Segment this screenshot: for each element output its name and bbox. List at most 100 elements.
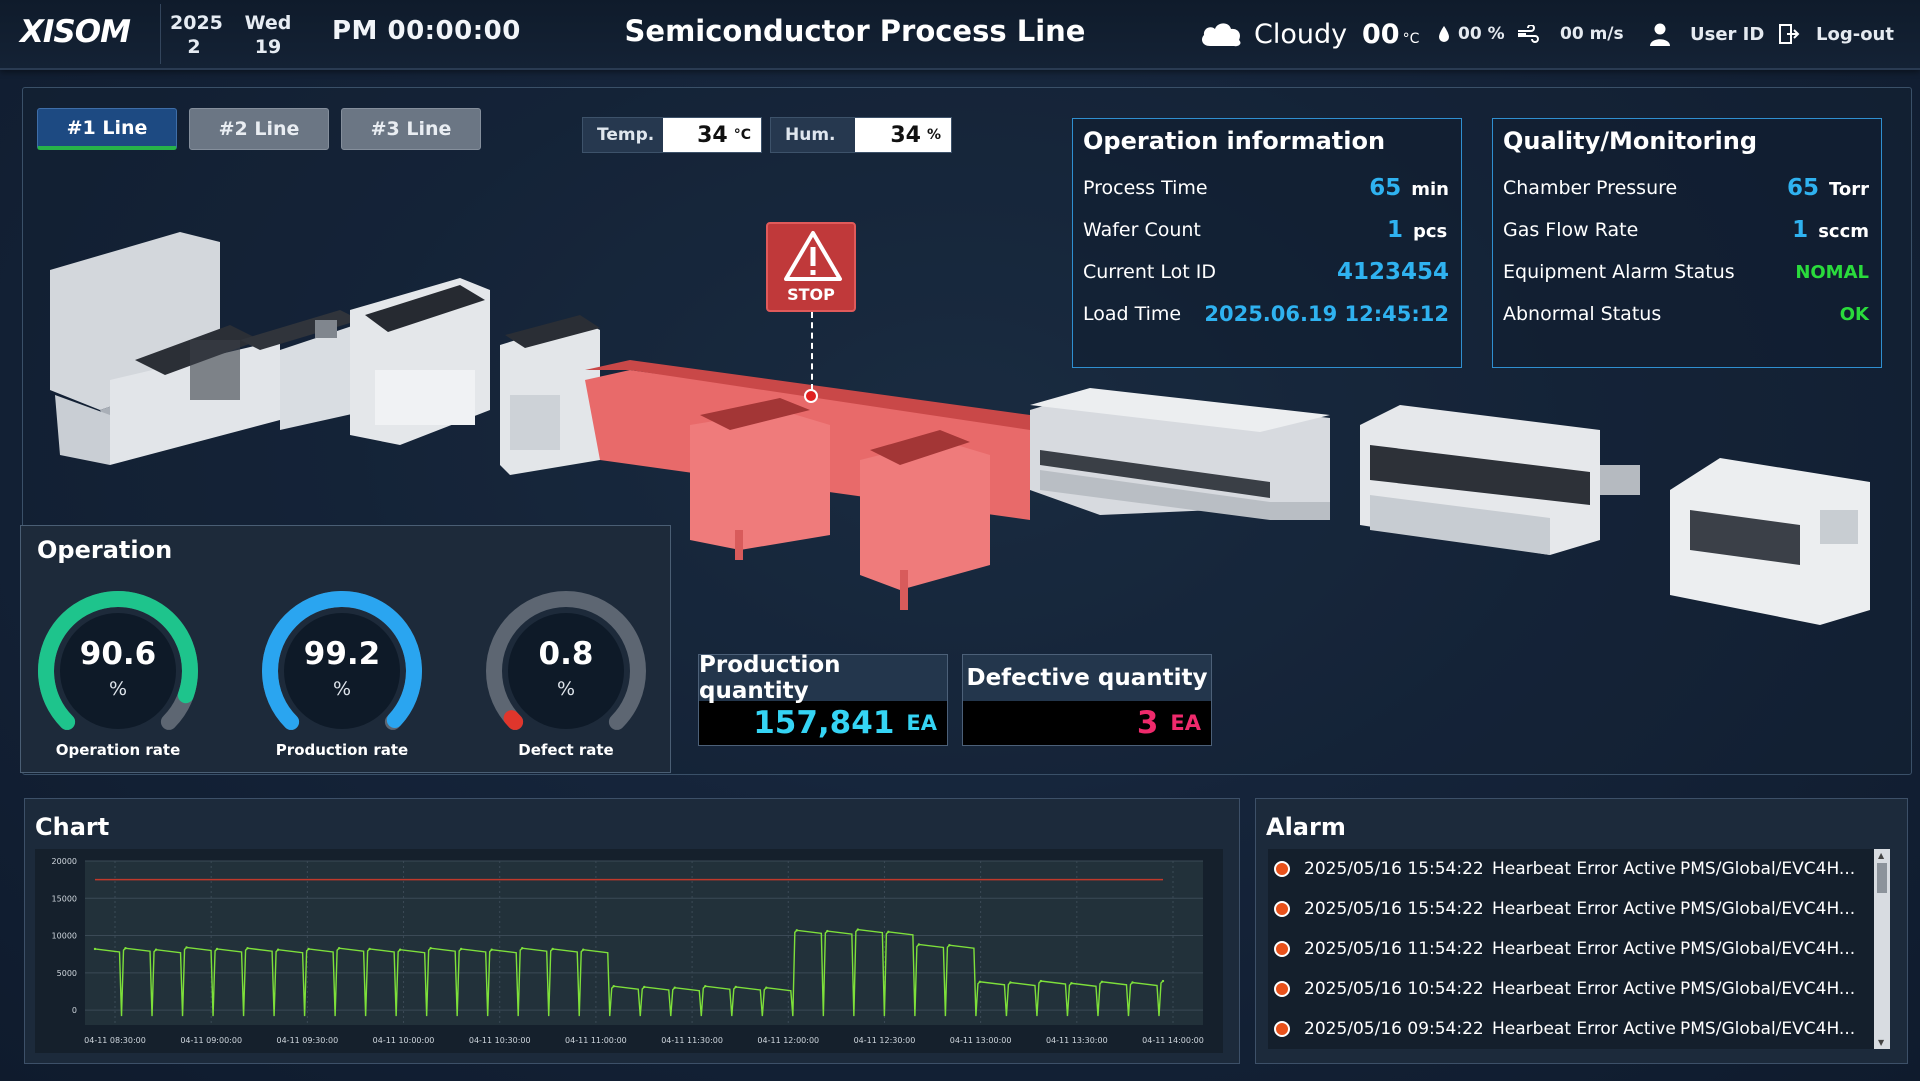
alarm-event: Hearbeat Error Active bbox=[1492, 859, 1676, 879]
alarm-indicator-icon bbox=[1274, 901, 1290, 917]
line-1-tab[interactable]: #1 Line bbox=[37, 108, 177, 150]
data-point bbox=[521, 947, 524, 950]
gauge-production-rate: 99.2 % Production rate bbox=[257, 586, 427, 766]
y-tick-label: 0 bbox=[72, 1006, 77, 1015]
scroll-up-icon[interactable]: ▲ bbox=[1878, 851, 1884, 860]
alarm-row[interactable]: 2025/05/16 15:54:22 Hearbeat Error Activ… bbox=[1274, 850, 1855, 888]
data-point bbox=[398, 948, 402, 951]
info-row: Equipment Alarm Status NOMAL bbox=[1503, 257, 1869, 287]
info-label: Process Time bbox=[1083, 177, 1208, 199]
x-tick-label: 04-11 13:30:00 bbox=[1046, 1036, 1108, 1045]
alarm-source: PMS/Global/EVC4H... bbox=[1680, 859, 1856, 879]
y-tick-label: 5000 bbox=[57, 969, 77, 978]
coater-machine bbox=[1360, 405, 1640, 555]
logout-button[interactable]: Log-out bbox=[1816, 24, 1894, 45]
panel-title: Alarm bbox=[1266, 813, 1346, 841]
alarm-event: Hearbeat Error Active bbox=[1492, 1019, 1676, 1039]
x-tick-label: 04-11 10:00:00 bbox=[373, 1036, 435, 1045]
quantity-label: Production quantity bbox=[699, 652, 947, 704]
weather-label: Cloudy bbox=[1254, 18, 1348, 50]
x-tick-label: 04-11 08:30:00 bbox=[84, 1036, 146, 1045]
info-row: Chamber Pressure 65 Torr bbox=[1503, 173, 1869, 203]
weather-cloud-icon bbox=[1198, 0, 1244, 68]
day: 19 bbox=[254, 36, 282, 58]
x-tick-label: 04-11 12:30:00 bbox=[854, 1036, 916, 1045]
date-year-month: 2025 2 bbox=[170, 11, 223, 59]
gauge-value: 99.2 bbox=[303, 636, 381, 672]
scroll-down-icon[interactable]: ▼ bbox=[1878, 1038, 1884, 1047]
stop-location-marker[interactable] bbox=[804, 389, 818, 403]
alarm-indicator-icon bbox=[1274, 981, 1290, 997]
alarm-source: PMS/Global/EVC4H... bbox=[1680, 979, 1856, 999]
gauge-fill bbox=[503, 710, 524, 730]
info-row: Wafer Count 1 pcs bbox=[1083, 215, 1449, 245]
alarm-time: 2025/05/16 09:54:22 bbox=[1304, 1019, 1484, 1039]
quantity-value-box: 157,841 EA bbox=[699, 701, 947, 745]
scrollbar-thumb[interactable] bbox=[1877, 863, 1887, 893]
production-quantity-value: 157,841 bbox=[753, 705, 895, 741]
data-point bbox=[551, 947, 554, 951]
data-point bbox=[704, 985, 707, 988]
gauge-unit: % bbox=[332, 678, 352, 700]
alarm-event: Hearbeat Error Active bbox=[1492, 939, 1676, 959]
quantity-unit: EA bbox=[1170, 711, 1201, 735]
outdoor-temp: 00 bbox=[1362, 18, 1400, 50]
alarm-indicator-icon bbox=[1274, 861, 1290, 877]
data-point bbox=[368, 947, 371, 951]
stop-warning[interactable]: STOP bbox=[766, 222, 856, 312]
process-module bbox=[500, 315, 600, 475]
panel-title: Operation information bbox=[1083, 127, 1386, 155]
top-header: XISOM 2025 2 Wed 19 PM 00:00:00 Semicond… bbox=[0, 0, 1920, 70]
y-tick-label: 10000 bbox=[52, 932, 77, 941]
info-label: Wafer Count bbox=[1083, 219, 1201, 241]
loader-machine bbox=[50, 232, 280, 465]
data-point bbox=[1070, 982, 1073, 985]
info-row: Load Time 2025.06.19 12:45:12 bbox=[1083, 299, 1449, 329]
user-id[interactable]: User ID bbox=[1690, 24, 1764, 45]
x-tick-label: 04-11 11:00:00 bbox=[565, 1036, 627, 1045]
alarm-time: 2025/05/16 10:54:22 bbox=[1304, 979, 1484, 999]
alarm-indicator-icon bbox=[1274, 1021, 1290, 1037]
alarm-row[interactable]: 2025/05/16 10:54:22 Hearbeat Error Activ… bbox=[1274, 970, 1855, 1008]
info-value: 65 bbox=[1786, 175, 1819, 201]
x-tick-label: 04-11 10:30:00 bbox=[469, 1036, 531, 1045]
info-value: 65 bbox=[1369, 175, 1402, 201]
gauge-defect-rate: 0.8 % Defect rate bbox=[481, 586, 651, 766]
data-point bbox=[337, 947, 341, 950]
page-title: Semiconductor Process Line bbox=[624, 14, 1086, 48]
alarm-scrollbar[interactable]: ▲ ▼ bbox=[1874, 849, 1890, 1049]
gauge-value: 90.6 bbox=[79, 636, 157, 672]
temp-unit: °C bbox=[733, 127, 751, 143]
abnormal-status-value: OK bbox=[1839, 303, 1869, 325]
alarm-time: 2025/05/16 15:54:22 bbox=[1304, 899, 1484, 919]
gauge-unit: % bbox=[108, 678, 128, 700]
data-point bbox=[429, 947, 432, 950]
info-unit: min bbox=[1411, 179, 1449, 200]
alarm-row[interactable]: 2025/05/16 09:54:22 Hearbeat Error Activ… bbox=[1274, 1010, 1855, 1048]
line-3-tab[interactable]: #3 Line bbox=[341, 108, 481, 150]
production-quantity-box: Production quantity 157,841 EA bbox=[698, 652, 948, 746]
data-point bbox=[215, 947, 219, 951]
x-tick-label: 04-11 09:00:00 bbox=[180, 1036, 242, 1045]
logout-icon[interactable] bbox=[1778, 0, 1800, 68]
chart-panel: Chart 0 5000 10000 15000 20000 04-11 08:30:00… bbox=[24, 798, 1240, 1064]
trend-line-chart[interactable]: 0 5000 10000 15000 20000 04-11 08:30:00 04-11 … bbox=[35, 849, 1223, 1053]
panel-title: Operation bbox=[37, 536, 173, 564]
alarm-row[interactable]: 2025/05/16 15:54:22 Hearbeat Error Activ… bbox=[1274, 890, 1855, 928]
furnace-machine bbox=[1030, 388, 1330, 520]
wind-value: 00 m/s bbox=[1560, 24, 1624, 44]
info-label: Load Time bbox=[1083, 303, 1182, 325]
divider bbox=[160, 4, 161, 64]
alarm-row[interactable]: 2025/05/16 11:54:22 Hearbeat Error Activ… bbox=[1274, 930, 1855, 968]
hum-value: 34 bbox=[890, 122, 921, 148]
defective-quantity-value: 3 bbox=[1136, 705, 1159, 741]
y-tick-label: 20000 bbox=[52, 857, 77, 866]
data-point bbox=[582, 948, 585, 951]
info-unit: sccm bbox=[1818, 221, 1869, 242]
humidity-sensor: Hum. 34% bbox=[770, 117, 952, 153]
xisom-logo: XISOM bbox=[20, 14, 131, 50]
line-2-tab[interactable]: #2 Line bbox=[189, 108, 329, 150]
user-icon bbox=[1650, 0, 1670, 68]
data-point bbox=[93, 947, 97, 951]
data-point bbox=[1100, 980, 1104, 983]
